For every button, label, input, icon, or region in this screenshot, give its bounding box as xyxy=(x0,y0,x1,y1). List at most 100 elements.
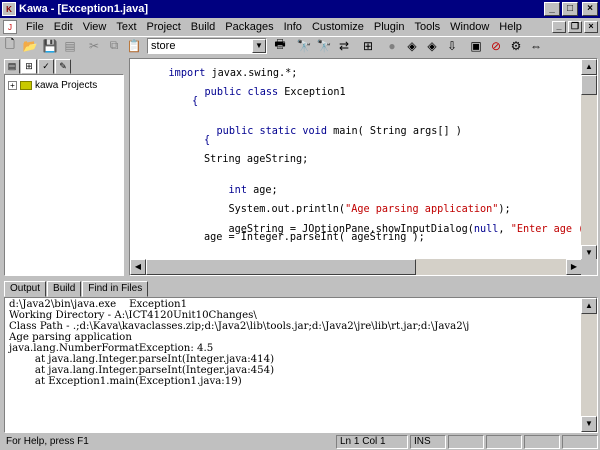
output-tabs: Output Build Find in Files xyxy=(4,281,149,297)
save-icon[interactable]: 💾 xyxy=(40,37,60,55)
tab-output[interactable]: Output xyxy=(4,281,47,297)
tab-find-in-files[interactable]: Find in Files xyxy=(82,281,149,297)
output-line: Age parsing application xyxy=(9,332,132,343)
project-pane-tabs: ▤ ⊞ ✓ ✎ xyxy=(4,58,126,74)
open-folder-icon[interactable]: 📂 xyxy=(20,37,40,55)
status-cell-empty xyxy=(524,435,560,449)
project-tree: + kawa Projects xyxy=(4,74,124,276)
menu-plugin[interactable]: Plugin xyxy=(369,21,410,33)
window-title: Kawa - [Exception1.java] xyxy=(19,3,148,15)
menu-tools[interactable]: Tools xyxy=(409,21,445,33)
menu-customize[interactable]: Customize xyxy=(307,21,369,33)
code-line: { xyxy=(204,135,211,146)
find-next-icon[interactable]: 🔭 xyxy=(314,37,334,55)
doc-restore-button[interactable]: ❐ xyxy=(568,21,582,33)
status-cursor-position: Ln 1 Col 1 xyxy=(336,435,408,449)
scroll-up-icon[interactable]: ▲ xyxy=(581,298,597,314)
doc-minimize-button[interactable]: _ xyxy=(552,21,566,33)
menu-packages[interactable]: Packages xyxy=(220,21,278,33)
output-line: java.lang.NumberFormatException: 4.5 xyxy=(9,343,214,354)
menu-info[interactable]: Info xyxy=(279,21,307,33)
project-pane: ▤ ⊞ ✓ ✎ + kawa Projects xyxy=(4,58,126,276)
doc-close-button[interactable]: × xyxy=(584,21,598,33)
close-button[interactable]: × xyxy=(582,2,598,16)
menu-bar: J File Edit View Text Project Build Pack… xyxy=(0,18,600,36)
menu-help[interactable]: Help xyxy=(494,21,527,33)
document-menu-icon[interactable]: J xyxy=(3,20,17,34)
output-vertical-scrollbar[interactable]: ▲ ▼ xyxy=(581,298,597,432)
packages-tab-icon[interactable]: ✎ xyxy=(55,59,71,74)
stop-icon[interactable]: ⊘ xyxy=(486,37,506,55)
build-icon[interactable]: ◈ xyxy=(402,37,422,55)
code-editor[interactable]: import javax.swing.*; public class Excep… xyxy=(129,58,598,276)
output-pane[interactable]: d:\Java2\bin\java.exe Exception1 Working… xyxy=(4,297,598,433)
status-help-text: For Help, press F1 xyxy=(6,436,89,447)
copy-icon[interactable]: ⧉ xyxy=(104,37,124,55)
code-line: age = Integer.parseInt( ageString ); xyxy=(204,232,425,243)
replace-icon[interactable]: ⇄ xyxy=(334,37,354,55)
status-bar: For Help, press F1 Ln 1 Col 1 INS xyxy=(0,434,600,450)
expand-icon[interactable]: + xyxy=(8,80,17,90)
class-browser-icon[interactable]: ⊞ xyxy=(358,37,378,55)
scroll-thumb[interactable] xyxy=(146,259,416,275)
output-line: at Exception1.main(Exception1.java:19) xyxy=(9,376,242,387)
editor-vertical-scrollbar[interactable]: ▲ ▼ xyxy=(581,59,597,261)
tab-build[interactable]: Build xyxy=(47,281,82,297)
scroll-up-icon[interactable]: ▲ xyxy=(581,59,597,75)
maximize-button[interactable]: □ xyxy=(562,2,578,16)
files-tab-icon[interactable]: ▤ xyxy=(4,59,20,74)
rebuild-icon[interactable]: ◈ xyxy=(422,37,442,55)
menu-text[interactable]: Text xyxy=(111,21,141,33)
debug-icon[interactable]: ⚙ xyxy=(506,37,526,55)
status-cell-empty xyxy=(486,435,522,449)
code-line: String ageString; xyxy=(204,154,309,165)
compile-icon[interactable]: ● xyxy=(382,37,402,55)
menu-project[interactable]: Project xyxy=(142,21,186,33)
run-icon[interactable]: ▣ xyxy=(466,37,486,55)
scroll-left-icon[interactable]: ◀ xyxy=(130,259,146,275)
status-cell-empty xyxy=(562,435,598,449)
menu-file[interactable]: File xyxy=(21,21,49,33)
projects-tab-icon[interactable]: ⊞ xyxy=(21,59,37,74)
output-line: d:\Java2\bin\java.exe Exception1 xyxy=(9,299,188,310)
new-file-icon[interactable]: 🗋 xyxy=(0,37,20,55)
document-window-controls: _ ❐ × xyxy=(552,21,600,33)
find-icon[interactable]: 🔭 xyxy=(294,37,314,55)
code-line: public static void main( String args[] ) xyxy=(216,126,462,137)
chevron-down-icon[interactable]: ▼ xyxy=(252,38,266,53)
output-line: Class Path - .;d:\Kava\kavaclasses.zip;d… xyxy=(9,321,470,332)
kawa-app-icon[interactable]: K xyxy=(2,2,16,16)
paste-icon[interactable]: 📋 xyxy=(124,37,144,55)
scrollbar-corner xyxy=(581,259,597,275)
code-line: public class Exception1 xyxy=(204,87,346,98)
menu-edit[interactable]: Edit xyxy=(49,21,78,33)
save-all-icon[interactable]: ▤ xyxy=(60,37,80,55)
output-line: at java.lang.Integer.parseInt(Integer.ja… xyxy=(9,365,275,376)
output-line: Working Directory - A:\ICT4120Unit10Chan… xyxy=(9,310,257,321)
status-cell-empty xyxy=(448,435,484,449)
tree-item-kawa-projects[interactable]: + kawa Projects xyxy=(5,78,123,92)
menu-build[interactable]: Build xyxy=(186,21,220,33)
scroll-thumb[interactable] xyxy=(581,75,597,95)
code-line: System.out.println("Age parsing applicat… xyxy=(228,204,511,215)
find-combo[interactable]: store ▼ xyxy=(147,37,267,54)
scroll-right-icon[interactable]: ▶ xyxy=(566,259,582,275)
classes-tab-icon[interactable]: ✓ xyxy=(38,59,54,74)
print-icon[interactable]: 🖶 xyxy=(270,37,290,55)
title-bar: K Kawa - [Exception1.java] _ □ × xyxy=(0,0,600,18)
download-icon[interactable]: ⇩ xyxy=(442,37,462,55)
find-combo-value: store xyxy=(151,39,176,52)
editor-horizontal-scrollbar[interactable]: ◀ ▶ xyxy=(130,259,582,275)
cut-icon[interactable]: ✂ xyxy=(84,37,104,55)
tree-item-label: kawa Projects xyxy=(35,79,98,91)
menu-window[interactable]: Window xyxy=(445,21,494,33)
step-icon[interactable]: ⇔ xyxy=(526,37,546,55)
minimize-button[interactable]: _ xyxy=(544,2,560,16)
folder-icon xyxy=(20,80,32,90)
toolbar: 🗋 📂 💾 ▤ ✂ ⧉ 📋 store ▼ 🖶 🔭 🔭 ⇄ ⊞ ● ◈ ◈ ⇩ … xyxy=(0,36,600,54)
output-line: at java.lang.Integer.parseInt(Integer.ja… xyxy=(9,354,275,365)
status-insert-mode: INS xyxy=(410,435,446,449)
code-line: { xyxy=(192,96,199,107)
menu-view[interactable]: View xyxy=(78,21,112,33)
scroll-down-icon[interactable]: ▼ xyxy=(581,416,597,432)
